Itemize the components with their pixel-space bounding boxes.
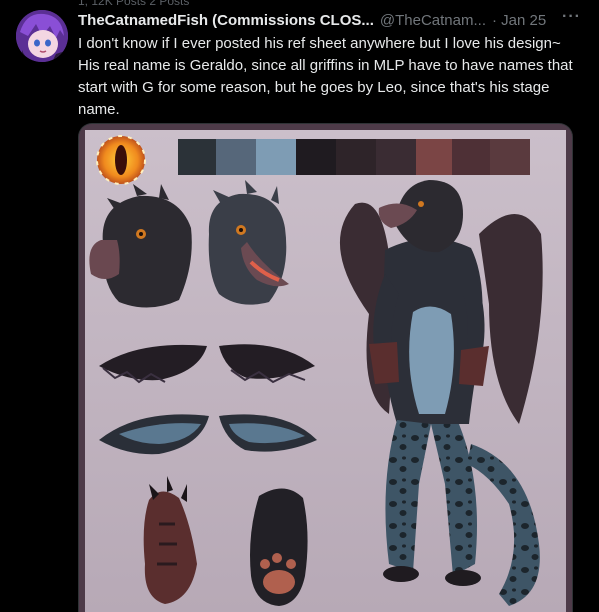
reference-sheet-artwork xyxy=(79,124,572,612)
previous-post-fragment: 1, 12K Posts 2 Posts xyxy=(78,0,190,8)
tweet-text: I don't know if I ever posted his ref sh… xyxy=(78,33,583,121)
eye-emblem-icon xyxy=(96,135,146,185)
tweet-line-2: His real name is Geraldo, since all grif… xyxy=(78,57,573,118)
tweet-header: TheCatnamedFish (Commissions CLOS... @Th… xyxy=(78,10,583,30)
tweet-line-1: I don't know if I ever posted his ref sh… xyxy=(78,35,561,52)
more-dots-icon[interactable]: ··· xyxy=(562,8,581,26)
head-front-view xyxy=(208,180,289,305)
color-palette xyxy=(178,139,530,175)
post-date[interactable]: · Jan 25 xyxy=(492,12,546,29)
profile-avatar xyxy=(16,10,68,62)
user-handle[interactable]: @TheCatnam... xyxy=(380,12,486,29)
paw-foot xyxy=(250,488,308,606)
tweet-media-image[interactable] xyxy=(78,123,573,612)
display-name[interactable]: TheCatnamedFish (Commissions CLOS... xyxy=(78,12,374,29)
avatar[interactable] xyxy=(16,10,68,62)
